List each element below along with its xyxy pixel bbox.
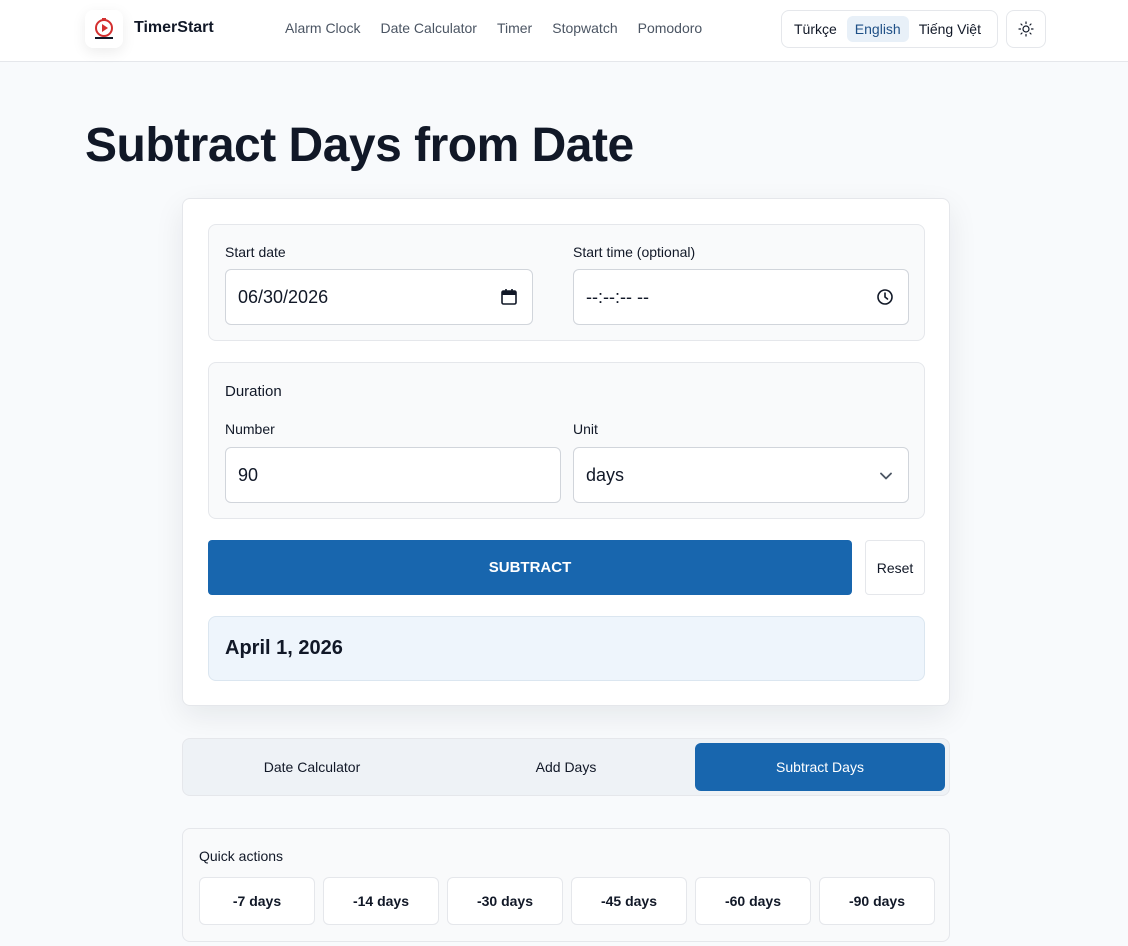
start-time-label: Start time (optional) — [573, 244, 696, 260]
page-title: Subtract Days from Date — [85, 119, 634, 172]
calculator-card: Start date 06/30/2026 Start time (option… — [182, 198, 950, 706]
top-header: TimerStart Alarm Clock Date Calculator T… — [0, 0, 1128, 62]
result-output: April 1, 2026 — [208, 616, 925, 681]
lang-turkish[interactable]: Türkçe — [786, 16, 845, 42]
unit-value: days — [586, 464, 625, 485]
number-value: 90 — [238, 464, 259, 485]
language-switcher: Türkçe English Tiếng Việt — [781, 10, 998, 48]
subtract-button[interactable]: SUBTRACT — [208, 540, 852, 595]
tab-subtract-days[interactable]: Subtract Days — [695, 743, 945, 791]
quick-actions-panel: Quick actions -7 days -14 days -30 days … — [182, 828, 950, 942]
reset-button[interactable]: Reset — [865, 540, 925, 595]
brand-name[interactable]: TimerStart — [134, 19, 214, 37]
unit-select[interactable]: days — [573, 447, 909, 503]
tab-add-days[interactable]: Add Days — [441, 743, 691, 791]
unit-label: Unit — [573, 421, 598, 437]
number-label: Number — [225, 421, 275, 437]
duration-panel: Duration Number 90 Unit days — [208, 362, 925, 519]
main-nav: Alarm Clock Date Calculator Timer Stopwa… — [285, 20, 702, 36]
start-date-label: Start date — [225, 244, 286, 260]
calculator-mode-tabs: Date Calculator Add Days Subtract Days — [182, 738, 950, 796]
start-time-input[interactable]: --:--:-- -- — [573, 269, 909, 325]
result-date: April 1, 2026 — [225, 637, 343, 659]
calendar-icon[interactable] — [500, 288, 518, 306]
quick-minus-7-days[interactable]: -7 days — [199, 877, 315, 925]
nav-pomodoro[interactable]: Pomodoro — [638, 20, 703, 36]
quick-actions-row: -7 days -14 days -30 days -45 days -60 d… — [199, 877, 935, 925]
quick-minus-60-days[interactable]: -60 days — [695, 877, 811, 925]
start-date-input[interactable]: 06/30/2026 — [225, 269, 533, 325]
quick-minus-14-days[interactable]: -14 days — [323, 877, 439, 925]
logo[interactable] — [85, 10, 123, 48]
number-input[interactable]: 90 — [225, 447, 561, 503]
duration-heading: Duration — [225, 383, 282, 400]
nav-alarm-clock[interactable]: Alarm Clock — [285, 20, 360, 36]
lang-vietnamese[interactable]: Tiếng Việt — [911, 16, 989, 42]
quick-minus-30-days[interactable]: -30 days — [447, 877, 563, 925]
sun-icon — [1018, 21, 1034, 37]
quick-minus-90-days[interactable]: -90 days — [819, 877, 935, 925]
clock-icon[interactable] — [876, 288, 894, 306]
timer-logo-icon — [95, 18, 113, 39]
start-time-value: --:--:-- -- — [586, 286, 649, 307]
start-panel: Start date 06/30/2026 Start time (option… — [208, 224, 925, 341]
theme-toggle-button[interactable] — [1006, 10, 1046, 48]
start-date-value: 06/30/2026 — [238, 286, 329, 307]
nav-stopwatch[interactable]: Stopwatch — [552, 20, 617, 36]
quick-minus-45-days[interactable]: -45 days — [571, 877, 687, 925]
quick-actions-title: Quick actions — [199, 848, 284, 864]
tab-date-calculator[interactable]: Date Calculator — [187, 743, 437, 791]
chevron-down-icon — [880, 472, 892, 480]
nav-timer[interactable]: Timer — [497, 20, 532, 36]
lang-english[interactable]: English — [846, 16, 909, 42]
nav-date-calculator[interactable]: Date Calculator — [380, 20, 477, 36]
